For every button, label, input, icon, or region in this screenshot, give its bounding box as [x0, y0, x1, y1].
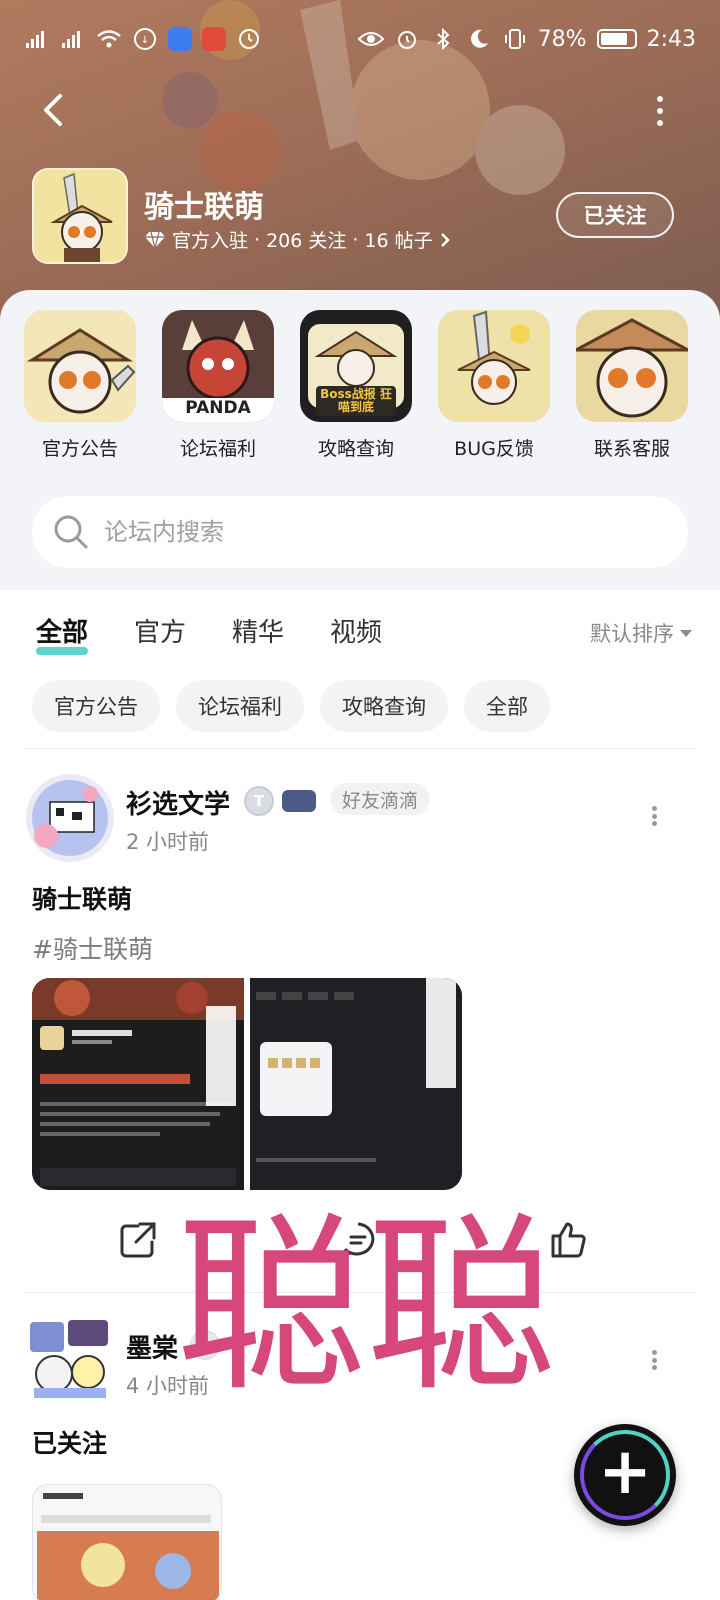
do-not-disturb-icon	[466, 26, 492, 52]
watermark-text: 聪聪	[176, 1196, 557, 1417]
post-count: 16 帖子	[364, 230, 433, 252]
search-input[interactable]	[104, 518, 604, 546]
tab-all[interactable]: 全部	[36, 612, 89, 655]
screenshot-thumbnail	[250, 978, 462, 1190]
wifi-icon	[96, 26, 122, 52]
alarm-icon	[394, 26, 420, 52]
shortcut-label: BUG反馈	[454, 438, 534, 460]
back-arrow-icon	[44, 94, 62, 126]
clock-app-icon	[236, 26, 262, 52]
author-name[interactable]: 墨棠	[126, 1328, 178, 1365]
post-topic-tag[interactable]: #骑士联萌	[32, 930, 153, 966]
post-image[interactable]	[32, 1484, 222, 1600]
sort-dropdown[interactable]: 默认排序	[590, 618, 692, 648]
knight-sword-icon	[438, 310, 550, 422]
diamond-icon	[145, 231, 165, 248]
knight-panda-avatar-image	[34, 170, 126, 262]
boss-logo-text: Boss战报 狂喵到底	[320, 387, 392, 414]
data-saver-icon: ↓	[132, 26, 158, 52]
app-notification-icon-2	[202, 27, 226, 51]
post-more-button[interactable]	[648, 1350, 660, 1370]
post-images	[32, 978, 462, 1190]
meta-separator: ·	[352, 228, 359, 251]
signal-icon	[24, 26, 50, 52]
shortcut-forum-welfare[interactable]: PANDA 论坛福利	[162, 310, 274, 461]
bluetooth-icon	[430, 26, 456, 52]
clock-time: 2:43	[646, 26, 696, 52]
shortcut-icon	[24, 310, 136, 422]
status-bar: ↓ 78% 2:43	[24, 22, 696, 56]
friend-tag: 好友滴滴	[330, 783, 431, 815]
svg-text:↓: ↓	[141, 35, 149, 46]
shortcut-official-notice[interactable]: 官方公告	[24, 310, 136, 461]
signal-icon-2	[60, 26, 86, 52]
post-image[interactable]	[250, 978, 462, 1190]
sort-label: 默认排序	[590, 622, 674, 646]
battery-percent: 78%	[537, 26, 587, 52]
post-image[interactable]	[32, 978, 244, 1190]
battery-icon	[596, 29, 637, 49]
chevron-right-icon	[440, 232, 450, 247]
shortcut-guide-lookup[interactable]: Boss战报 狂喵到底 攻略查询	[300, 310, 412, 461]
chip-forum-welfare[interactable]: 论坛福利	[176, 680, 304, 732]
chip-official-notice[interactable]: 官方公告	[32, 680, 160, 732]
screenshot-thumbnail	[32, 978, 244, 1190]
shortcut-icon: Boss战报 狂喵到底	[300, 310, 412, 422]
post-title[interactable]: 骑士联萌	[32, 880, 132, 916]
category-chips: 官方公告 论坛福利 攻略查询 全部	[32, 680, 550, 732]
chip-all[interactable]: 全部	[464, 680, 550, 732]
forum-avatar	[32, 168, 128, 264]
shortcut-icon	[438, 310, 550, 422]
forum-title: 骑士联萌	[144, 190, 264, 225]
shortcut-label: 论坛福利	[179, 438, 256, 460]
shortcut-icon: PANDA	[162, 310, 274, 422]
panda-closeup-icon	[576, 310, 688, 422]
shortcut-icon	[576, 310, 688, 422]
shortcut-row: 官方公告 PANDA 论坛福利 Boss战报 狂喵到底 攻略查询 BUG反馈 联…	[0, 310, 720, 461]
share-icon	[120, 1222, 156, 1258]
shortcut-label: 攻略查询	[317, 438, 394, 460]
shortcut-label: 官方公告	[41, 438, 118, 460]
shortcut-bug-report[interactable]: BUG反馈	[438, 310, 550, 461]
eye-icon	[357, 26, 384, 52]
panda-logo-text: PANDA	[185, 398, 251, 418]
screenshot-thumbnail	[33, 1485, 221, 1600]
shortcut-customer-service[interactable]: 联系客服	[576, 310, 688, 461]
level-badge: T	[244, 786, 274, 816]
follow-count: 206 关注	[266, 230, 347, 252]
vibrate-icon	[502, 26, 528, 52]
app-notification-icon	[168, 27, 192, 51]
avatar[interactable]	[24, 1312, 116, 1404]
follow-button[interactable]: 已关注	[556, 192, 674, 238]
meta-separator: ·	[254, 228, 261, 251]
forum-meta[interactable]: 官方入驻 · 206 关注 · 16 帖子	[144, 226, 451, 253]
user-avatar-image	[24, 1312, 116, 1404]
panda-knight-icon	[24, 310, 136, 422]
divider	[24, 748, 696, 749]
share-button[interactable]	[118, 1220, 158, 1260]
create-post-button[interactable]: +	[574, 1424, 676, 1526]
fan-badge-icon	[282, 790, 316, 812]
tab-video[interactable]: 视频	[330, 612, 382, 649]
forum-banner: ↓ 78% 2:43 骑士联萌 官方入驻 · 206 关注 · 16 帖子 已关…	[0, 0, 720, 320]
back-button[interactable]	[34, 90, 74, 130]
user-avatar-image	[26, 774, 114, 862]
official-label: 官方入驻	[172, 230, 249, 252]
caret-down-icon	[680, 629, 692, 637]
tab-official[interactable]: 官方	[134, 612, 186, 649]
search-icon	[54, 515, 88, 549]
avatar[interactable]	[24, 772, 116, 864]
plus-icon: +	[598, 1435, 652, 1509]
post-time: 2 小时前	[126, 830, 210, 854]
post-title[interactable]: 已关注	[32, 1424, 107, 1460]
author-name[interactable]: 衫选文学	[126, 784, 230, 821]
search-bar[interactable]	[32, 496, 688, 568]
tab-featured[interactable]: 精华	[232, 612, 284, 649]
more-options-button[interactable]	[650, 96, 670, 126]
shortcut-label: 联系客服	[593, 438, 670, 460]
post-more-button[interactable]	[648, 806, 660, 826]
filter-tabs: 全部 官方 精华 视频	[36, 612, 382, 655]
chip-guide-lookup[interactable]: 攻略查询	[320, 680, 448, 732]
